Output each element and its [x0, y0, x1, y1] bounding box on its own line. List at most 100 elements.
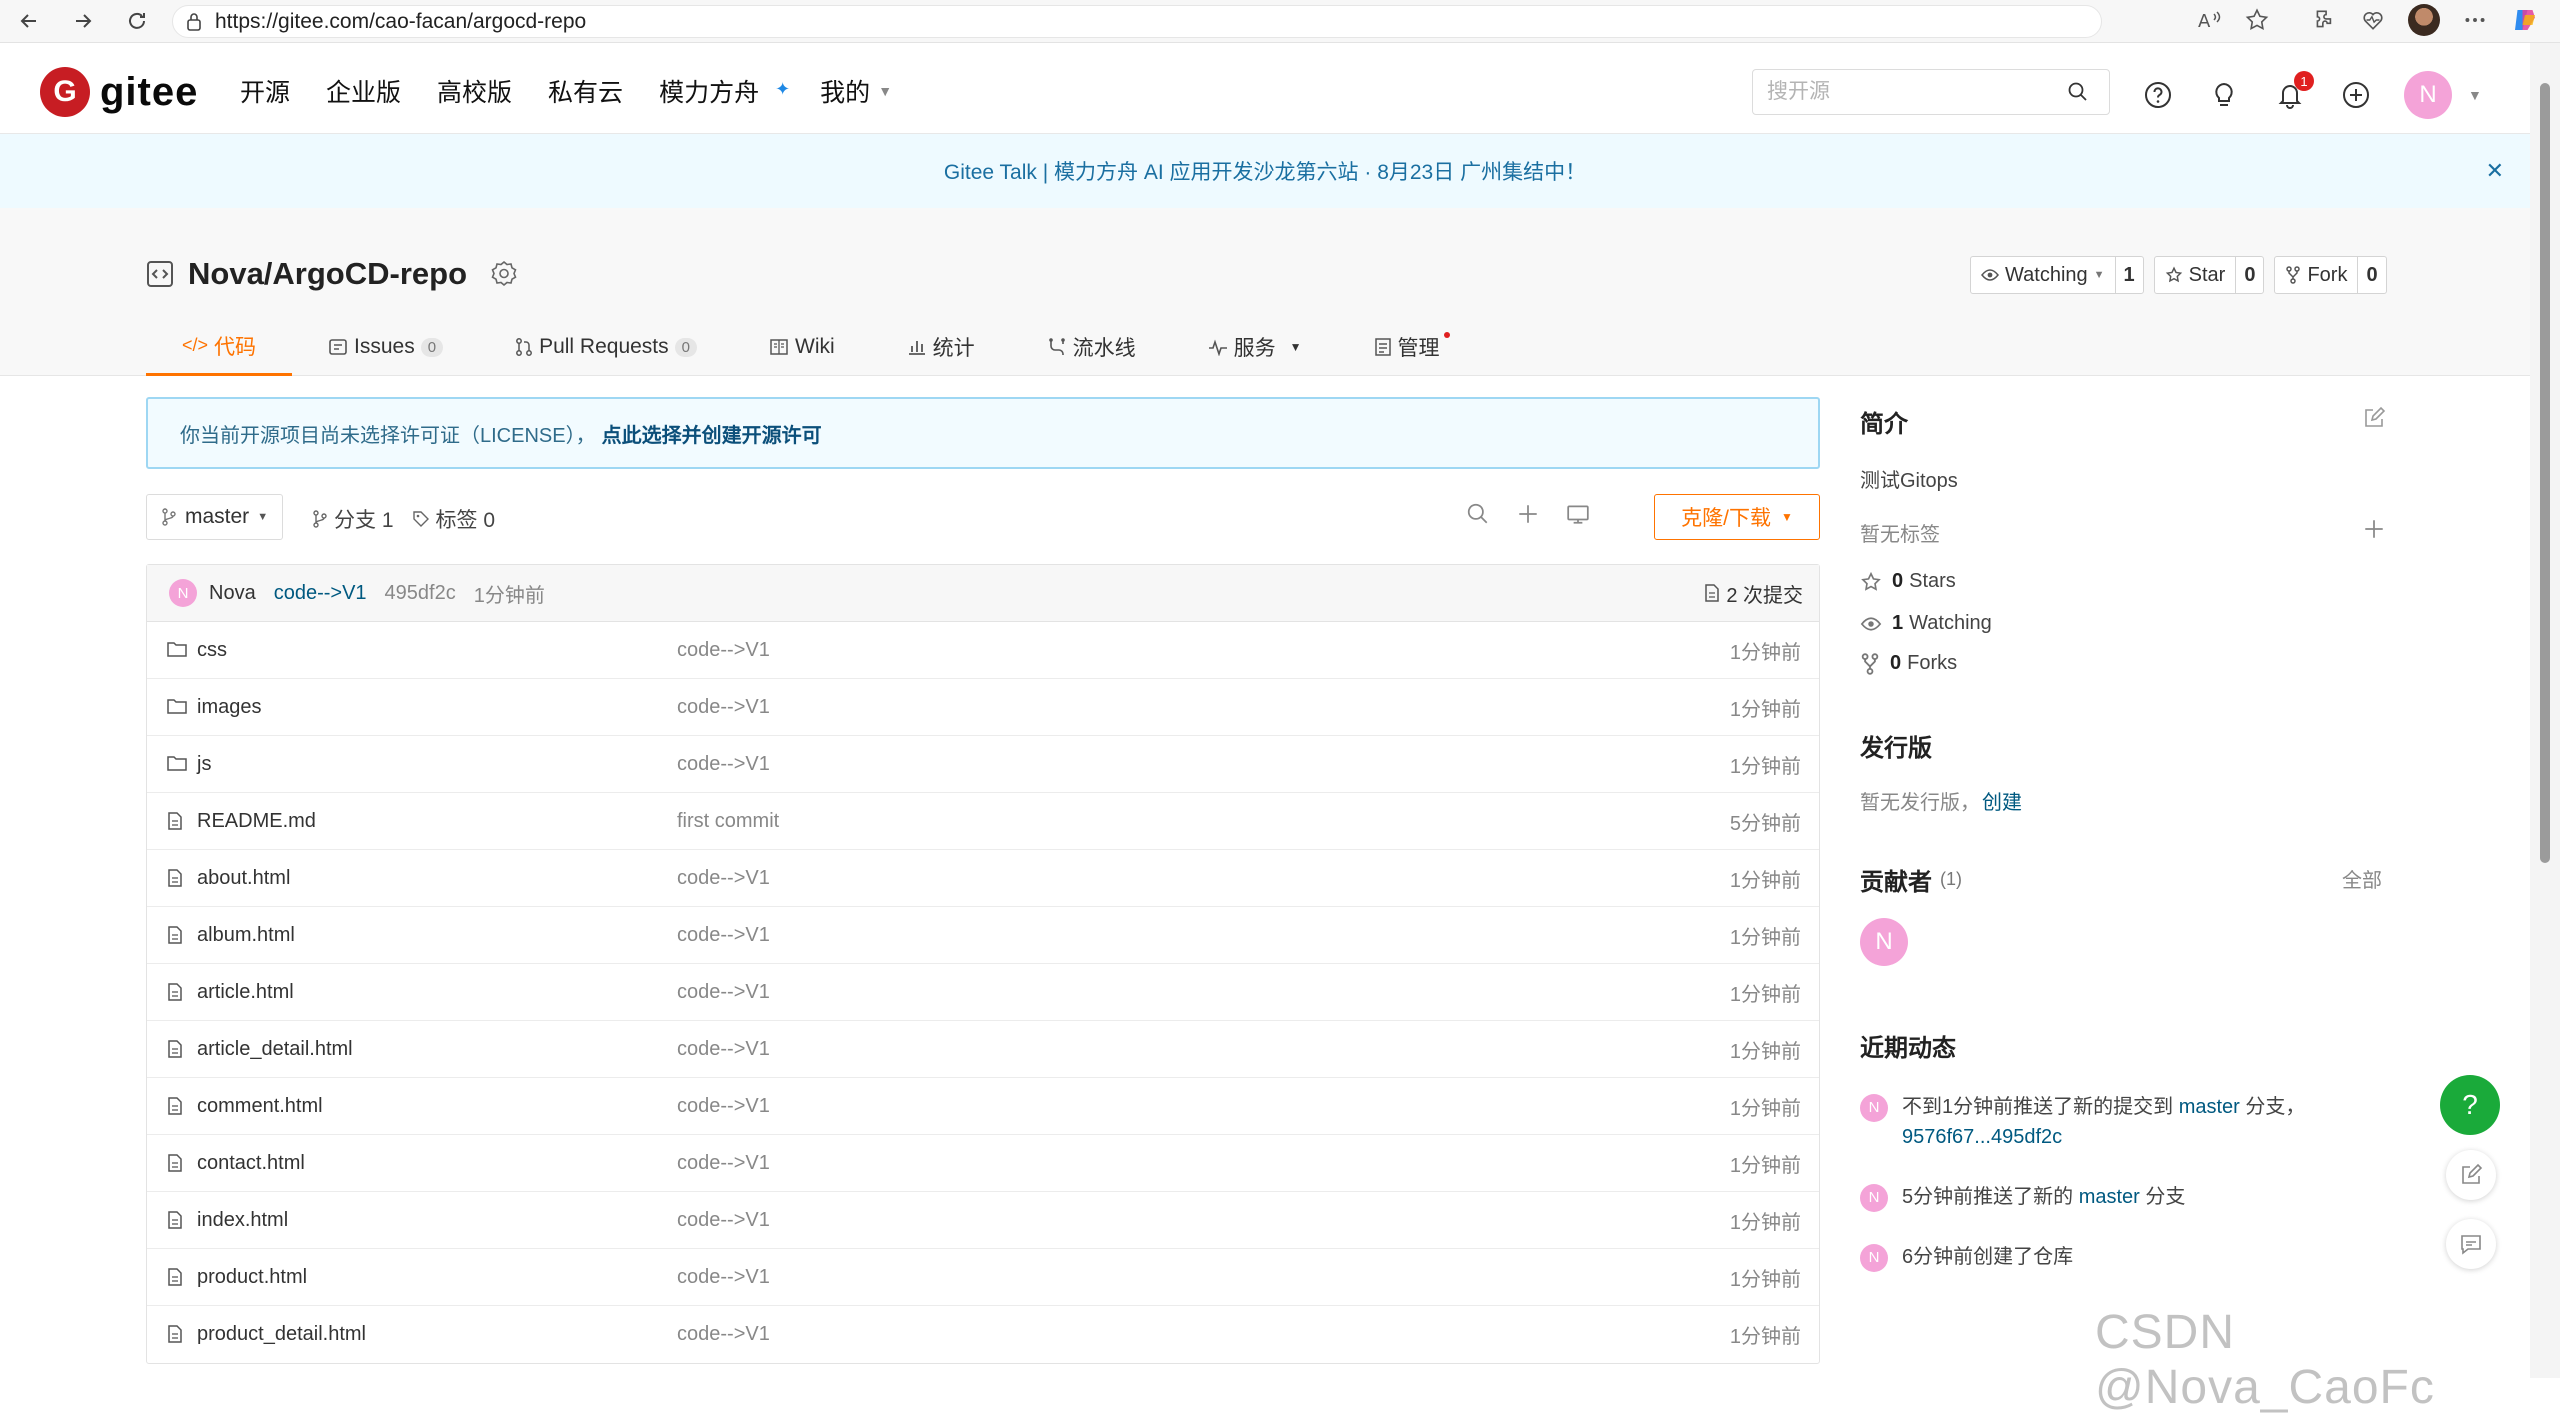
file-row[interactable]: product.html code-->V1 1分钟前: [147, 1249, 1819, 1306]
file-commit-message[interactable]: code-->V1: [677, 1152, 770, 1175]
nav-mine[interactable]: 我的 ▼: [820, 73, 892, 109]
nav-private-cloud[interactable]: 私有云: [548, 73, 623, 109]
tab-wiki[interactable]: Wiki: [733, 318, 871, 376]
file-name[interactable]: product_detail.html: [197, 1323, 366, 1346]
file-name[interactable]: index.html: [197, 1209, 288, 1232]
activity-branch-link[interactable]: master: [2179, 1096, 2240, 1118]
file-commit-message[interactable]: code-->V1: [677, 924, 770, 947]
add-tag-icon[interactable]: [2362, 517, 2386, 541]
file-name[interactable]: contact.html: [197, 1152, 305, 1175]
nav-open-source[interactable]: 开源: [240, 73, 290, 109]
commit-message[interactable]: code-->V1: [274, 582, 367, 605]
forward-icon[interactable]: [66, 4, 100, 38]
file-name[interactable]: about.html: [197, 867, 290, 890]
file-row[interactable]: contact.html code-->V1 1分钟前: [147, 1135, 1819, 1192]
create-license-link[interactable]: 点此选择并创建开源许可: [602, 419, 822, 448]
edit-icon[interactable]: [2362, 406, 2386, 430]
file-commit-message[interactable]: first commit: [677, 810, 779, 833]
commit-author-avatar[interactable]: N: [169, 579, 197, 607]
activity-avatar[interactable]: N: [1860, 1244, 1888, 1272]
file-row[interactable]: README.md first commit 5分钟前: [147, 793, 1819, 850]
file-commit-message[interactable]: code-->V1: [677, 639, 770, 662]
file-commit-message[interactable]: code-->V1: [677, 1323, 770, 1346]
activity-branch-link[interactable]: master: [2079, 1186, 2140, 1208]
tab-pull-requests[interactable]: Pull Requests 0: [479, 318, 733, 376]
file-commit-message[interactable]: code-->V1: [677, 1266, 770, 1289]
commit-sha[interactable]: 495df2c: [385, 582, 456, 605]
badge-icon[interactable]: [489, 259, 519, 289]
help-float-button[interactable]: ?: [2440, 1075, 2500, 1135]
user-menu-chevron-icon[interactable]: ▼: [2468, 87, 2482, 103]
file-commit-message[interactable]: code-->V1: [677, 1209, 770, 1232]
file-row[interactable]: css code-->V1 1分钟前: [147, 622, 1819, 679]
gitee-logo[interactable]: G gitee: [40, 67, 198, 117]
tab-stats[interactable]: 统计: [871, 318, 1011, 376]
file-name[interactable]: product.html: [197, 1266, 307, 1289]
branches-link[interactable]: 分支 1: [312, 504, 394, 534]
watching-stat[interactable]: 1 Watching: [1860, 612, 1992, 635]
file-row[interactable]: article_detail.html code-->V1 1分钟前: [147, 1021, 1819, 1078]
tab-manage[interactable]: 管理: [1338, 318, 1476, 376]
commit-author[interactable]: Nova: [209, 582, 256, 605]
file-commit-message[interactable]: code-->V1: [677, 981, 770, 1004]
nav-enterprise[interactable]: 企业版: [326, 73, 401, 109]
file-name[interactable]: images: [197, 696, 261, 719]
tab-services[interactable]: 服务 ▼: [1172, 318, 1338, 376]
branch-icon: [161, 508, 177, 526]
back-icon[interactable]: [12, 4, 46, 38]
file-name[interactable]: comment.html: [197, 1095, 323, 1118]
commit-count[interactable]: 2 次提交: [1704, 579, 1803, 608]
search-file-icon[interactable]: [1466, 502, 1490, 526]
tab-issues[interactable]: Issues 0: [292, 318, 479, 376]
file-name[interactable]: css: [197, 639, 227, 662]
file-row[interactable]: about.html code-->V1 1分钟前: [147, 850, 1819, 907]
clone-download-button[interactable]: 克隆/下载 ▼: [1654, 494, 1820, 540]
nav-moli-fangzhou[interactable]: 模力方舟 ✦: [659, 73, 790, 109]
close-icon[interactable]: ✕: [2486, 158, 2504, 184]
file-row[interactable]: article.html code-->V1 1分钟前: [147, 964, 1819, 1021]
tab-code[interactable]: </> 代码: [146, 318, 293, 376]
feedback-edit-button[interactable]: [2446, 1150, 2496, 1200]
all-contributors-link[interactable]: 全部: [2342, 864, 2382, 893]
address-bar[interactable]: https://gitee.com/cao-facan/argocd-repo: [172, 5, 2102, 38]
chat-button[interactable]: [2446, 1219, 2496, 1269]
banner-text[interactable]: Gitee Talk | 模力方舟 AI 应用开发沙龙第六站 · 8月23日 广…: [944, 156, 1586, 186]
file-row[interactable]: album.html code-->V1 1分钟前: [147, 907, 1819, 964]
file-row[interactable]: js code-->V1 1分钟前: [147, 736, 1819, 793]
tags-link[interactable]: 标签 0: [412, 504, 495, 534]
file-name[interactable]: js: [197, 753, 211, 776]
file-commit-message[interactable]: code-->V1: [677, 867, 770, 890]
file-commit-message[interactable]: code-->V1: [677, 1095, 770, 1118]
repo-name[interactable]: Nova/ArgoCD-repo: [188, 256, 467, 292]
file-commit-message[interactable]: code-->V1: [677, 753, 770, 776]
stars-stat[interactable]: 0 Stars: [1860, 570, 1956, 593]
scrollbar-thumb[interactable]: [2540, 83, 2550, 863]
activity-commit-range-link[interactable]: 9576f67...495df2c: [1902, 1126, 2062, 1148]
add-file-icon[interactable]: [1516, 502, 1540, 526]
file-name[interactable]: article_detail.html: [197, 1038, 353, 1061]
create-release-link[interactable]: 创建: [1982, 786, 2022, 815]
page-scrollbar[interactable]: [2530, 43, 2560, 1378]
web-ide-icon[interactable]: [1566, 502, 1590, 526]
file-row[interactable]: images code-->V1 1分钟前: [147, 679, 1819, 736]
file-row[interactable]: index.html code-->V1 1分钟前: [147, 1192, 1819, 1249]
tab-pipeline[interactable]: 流水线: [1011, 318, 1172, 376]
user-avatar[interactable]: N: [2404, 71, 2452, 119]
contributor-avatar[interactable]: N: [1860, 918, 1908, 966]
file-name[interactable]: article.html: [197, 981, 294, 1004]
file-row[interactable]: comment.html code-->V1 1分钟前: [147, 1078, 1819, 1135]
file-name[interactable]: album.html: [197, 924, 295, 947]
file-commit-message[interactable]: code-->V1: [677, 1038, 770, 1061]
nav-education[interactable]: 高校版: [437, 73, 512, 109]
file-name[interactable]: README.md: [197, 810, 316, 833]
more-icon[interactable]: [2462, 7, 2488, 33]
activity-avatar[interactable]: N: [1860, 1094, 1888, 1122]
copilot-icon[interactable]: [2510, 5, 2540, 35]
refresh-icon[interactable]: [120, 4, 154, 38]
profile-avatar[interactable]: [2408, 4, 2440, 36]
file-row[interactable]: product_detail.html code-->V1 1分钟前: [147, 1306, 1819, 1363]
activity-avatar[interactable]: N: [1860, 1184, 1888, 1212]
branch-selector[interactable]: master ▼: [146, 494, 284, 540]
file-commit-message[interactable]: code-->V1: [677, 696, 770, 719]
forks-stat[interactable]: 0 Forks: [1860, 652, 1957, 675]
